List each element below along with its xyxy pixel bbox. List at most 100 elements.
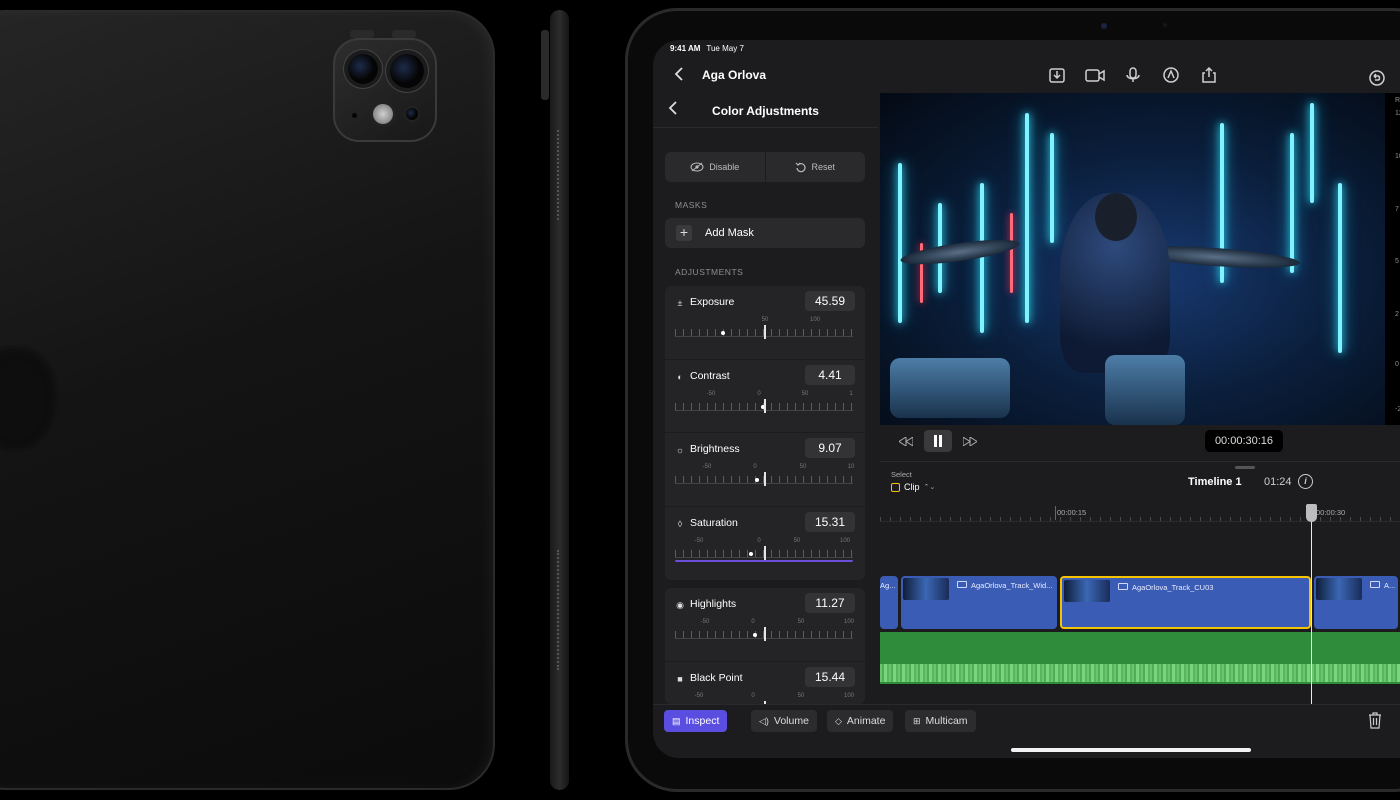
video-clip[interactable]: Ag... xyxy=(880,576,898,629)
slider-center-mark xyxy=(764,627,766,641)
select-mode-picker[interactable]: Clip ⌃⌄ xyxy=(891,482,935,492)
reset-button[interactable]: Reset xyxy=(766,152,866,182)
video-clip[interactable]: A... xyxy=(1314,576,1398,629)
neon-light xyxy=(898,163,902,323)
video-viewer[interactable]: R 12 10 7 5 2 0 -2 xyxy=(880,93,1400,425)
color-adjustments-panel: Color Adjustments Disable Reset MASKS + … xyxy=(653,92,878,704)
neon-light xyxy=(1310,103,1314,203)
import-button[interactable] xyxy=(1045,64,1069,86)
reset-icon xyxy=(796,162,807,172)
ruler-label: 00:00:15 xyxy=(1057,508,1087,517)
select-mode-label: Clip xyxy=(904,482,920,492)
animate-label: Animate xyxy=(846,715,886,727)
pencil-icon xyxy=(1163,67,1179,83)
clip-icon xyxy=(891,482,900,492)
neon-light xyxy=(1010,213,1013,293)
tick-label: -50 xyxy=(694,692,704,699)
clip-label: A... xyxy=(1384,581,1396,590)
drum xyxy=(890,358,1010,418)
adjustment-slider[interactable]: 50 100 xyxy=(675,317,853,343)
undo-icon xyxy=(1369,70,1385,86)
top-bar: Aga Orlova xyxy=(653,58,1400,92)
slider-knob[interactable] xyxy=(721,331,725,335)
device-side xyxy=(550,10,569,790)
slider-knob[interactable] xyxy=(749,551,753,556)
adjustment-slider[interactable]: -50 0 50 100 xyxy=(675,538,853,564)
info-icon[interactable]: i xyxy=(1298,474,1313,489)
timeline-ruler[interactable]: 00:00:15 00:00:30 xyxy=(880,504,1400,522)
multicam-icon: ⊞ xyxy=(913,715,921,726)
adjustments-heading: ADJUSTMENTS xyxy=(675,267,744,277)
tick-label: 1 xyxy=(849,390,853,397)
adjustment-value-field[interactable]: 15.31 xyxy=(805,511,855,532)
adjustment-highlights: ◉ Highlights 11.27 -50 0 50 100 xyxy=(665,588,865,662)
animate-icon: ◇ xyxy=(835,715,842,726)
status-date: Tue May 7 xyxy=(706,44,744,53)
app-screen: 9:41 AM Tue May 7 Aga Orlova Color Adjus… xyxy=(653,40,1400,758)
rewind-button[interactable] xyxy=(892,430,920,452)
adjustment-name: Black Point xyxy=(690,671,743,684)
fast-forward-button[interactable] xyxy=(956,430,984,452)
playhead[interactable] xyxy=(1311,504,1312,704)
status-time: 9:41 AM xyxy=(670,44,701,53)
playhead-handle[interactable] xyxy=(1306,504,1317,522)
slider-knob[interactable] xyxy=(755,478,759,482)
resize-handle[interactable] xyxy=(1235,466,1255,469)
slider-tick-labels: -50 0 50 1 xyxy=(675,391,853,399)
voiceover-button[interactable] xyxy=(1121,64,1145,86)
scale-label: R xyxy=(1395,97,1400,104)
front-camera-icon xyxy=(1101,23,1107,29)
add-mask-button[interactable]: + Add Mask xyxy=(665,218,865,248)
lidar-sensor-icon xyxy=(406,108,418,120)
scale-label: 7 xyxy=(1395,206,1399,213)
multicam-button[interactable]: ⊞ Multicam xyxy=(905,710,976,732)
tick-label: 50 xyxy=(799,464,807,470)
speaker-grill xyxy=(557,130,561,220)
fast-forward-icon xyxy=(963,436,977,446)
tick-label: 0 xyxy=(751,692,755,699)
video-clip[interactable]: AgaOrlova_Track_Wid... xyxy=(901,576,1057,629)
clip-thumbnail xyxy=(1316,578,1362,600)
camera-button[interactable] xyxy=(1083,64,1107,86)
adjustment-value-field[interactable]: 9.07 xyxy=(805,438,855,458)
neon-light xyxy=(980,183,984,333)
inspect-button[interactable]: ▤ Inspect xyxy=(664,710,728,732)
tick-label: 50 xyxy=(797,619,805,625)
adjustment-black-point: ■ Black Point 15.44 -50 0 50 100 xyxy=(665,662,865,704)
disable-button[interactable]: Disable xyxy=(665,152,766,182)
tick-label: 100 xyxy=(843,692,855,699)
speaker-icon: ◁) xyxy=(759,715,769,726)
select-label: Select xyxy=(891,470,912,479)
draw-button[interactable] xyxy=(1159,64,1183,86)
adjustment-value-field[interactable]: 4.41 xyxy=(805,364,855,385)
adjustment-value-field[interactable]: 11.27 xyxy=(805,593,855,613)
inspect-label: Inspect xyxy=(685,715,720,727)
toolbar-icons xyxy=(1045,64,1221,86)
animate-button[interactable]: ◇ Animate xyxy=(827,710,894,732)
adjustment-value-field[interactable]: 45.59 xyxy=(805,291,855,311)
tick-label: 10 xyxy=(847,464,855,470)
cymbal xyxy=(899,234,1021,270)
back-button[interactable] xyxy=(673,66,685,87)
adjustment-slider[interactable]: -50 0 50 100 xyxy=(675,619,854,645)
adjustment-value-field[interactable]: 15.44 xyxy=(805,666,855,687)
timeline-name: Timeline 1 xyxy=(1188,476,1242,488)
ruler-label: 00:00:30 xyxy=(1316,508,1346,517)
volume-button[interactable]: ◁) Volume xyxy=(751,710,817,732)
slider-knob[interactable] xyxy=(753,633,757,637)
selected-video-clip[interactable]: AgaOrlova_Track_CU03 xyxy=(1060,576,1311,629)
undo-button[interactable] xyxy=(1365,67,1389,89)
adjustment-slider[interactable]: -50 0 50 1 xyxy=(675,391,853,417)
scale-label: 10 xyxy=(1395,153,1400,160)
adjustment-slider[interactable]: -50 0 50 100 xyxy=(675,692,855,704)
chevron-left-icon xyxy=(674,67,683,81)
top-button xyxy=(350,30,374,38)
share-button[interactable] xyxy=(1197,64,1221,86)
delete-button[interactable] xyxy=(1368,712,1382,729)
video-camera-icon xyxy=(957,581,967,588)
camera-lens-icon xyxy=(390,54,424,88)
tick-label: -50 xyxy=(700,619,710,625)
pause-button[interactable] xyxy=(924,430,952,452)
audio-track[interactable] xyxy=(880,632,1400,684)
adjustment-slider[interactable]: -50 0 50 10 xyxy=(675,464,855,490)
